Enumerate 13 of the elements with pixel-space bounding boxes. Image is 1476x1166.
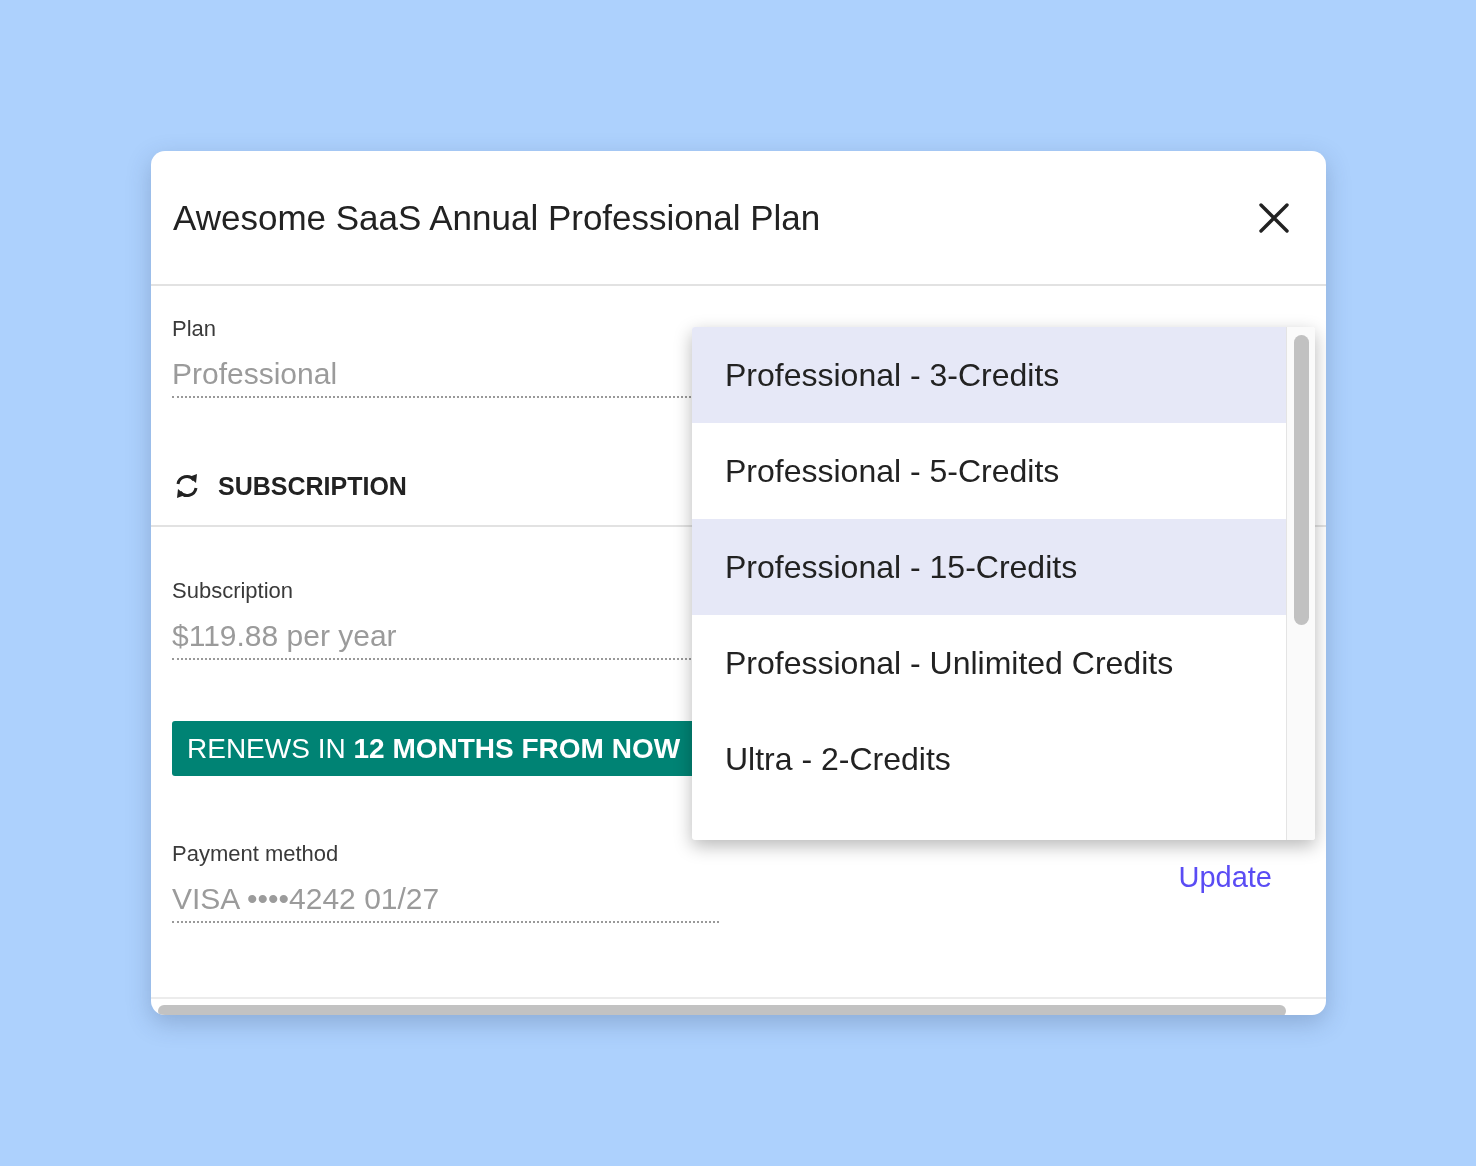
- field-label: Plan: [172, 315, 217, 343]
- refresh-icon: [174, 472, 200, 500]
- update-link[interactable]: Update: [1178, 861, 1272, 895]
- field-label: Subscription: [172, 577, 294, 605]
- close-icon[interactable]: [1258, 201, 1290, 234]
- field-label: Payment method: [172, 840, 339, 868]
- field-value: VISA ••••4242 01/27: [172, 881, 440, 917]
- field-value: Professional: [172, 356, 338, 392]
- field-value: $119.88 per year: [172, 618, 397, 654]
- dialog-title: Awesome SaaS Annual Professional Plan: [173, 197, 821, 238]
- dropdown-option[interactable]: Professional - 3-Credits: [692, 327, 1286, 423]
- section-title: SUBSCRIPTION: [218, 471, 407, 501]
- dropdown-option[interactable]: Professional - 15-Credits: [692, 519, 1286, 615]
